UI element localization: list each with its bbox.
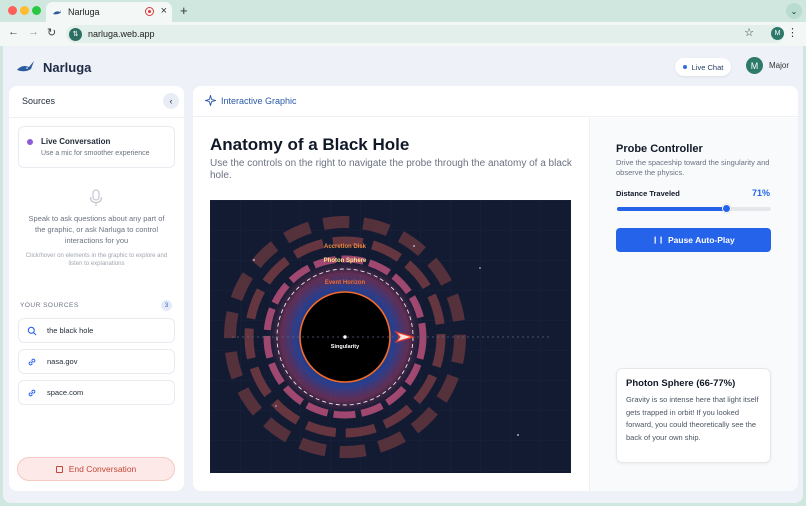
status-dot-icon: [27, 139, 33, 145]
region-info-card: Photon Sphere (66-77%) Gravity is so int…: [616, 368, 771, 463]
star: [253, 259, 255, 261]
search-icon: [22, 321, 42, 341]
pause-icon: ❙❙: [652, 237, 664, 244]
distance-label: Distance Traveled: [616, 189, 680, 198]
narwhal-logo-icon: [17, 61, 34, 72]
star: [275, 405, 277, 407]
end-conversation-label: End Conversation: [68, 464, 137, 474]
brand-name: Narluga: [43, 59, 92, 75]
divider: [9, 117, 184, 118]
bookmark-star-icon[interactable]: ☆: [744, 26, 754, 39]
url-text: narluga.web.app: [88, 29, 155, 39]
star: [413, 245, 415, 247]
source-item[interactable]: nasa.gov: [18, 349, 175, 374]
forward-icon[interactable]: →: [28, 26, 39, 38]
distance-value: 71%: [752, 188, 771, 198]
window-minimize-button[interactable]: [20, 6, 29, 15]
singularity-point[interactable]: [343, 335, 347, 339]
source-label: the black hole: [47, 326, 94, 335]
browser-toolbar: ← → ↻ ⇅ narluga.web.app ☆ M ⋮: [0, 22, 806, 46]
probe-controller-panel: Probe Controller Drive the spaceship tow…: [590, 118, 798, 491]
pause-label: Pause Auto-Play: [667, 235, 735, 245]
live-card-title: Live Conversation: [41, 137, 111, 146]
photon-sphere-label[interactable]: Photon Sphere: [324, 258, 367, 264]
speak-instructions: Speak to ask questions about any part of…: [28, 214, 165, 245]
new-tab-icon[interactable]: +: [180, 3, 188, 18]
pause-autoplay-button[interactable]: ❙❙ Pause Auto-Play: [616, 228, 771, 252]
narwhal-favicon-icon: [53, 10, 61, 15]
window-maximize-button[interactable]: [32, 6, 41, 15]
interactive-graphic-title: Interactive Graphic: [221, 96, 297, 106]
address-bar[interactable]: ⇅ narluga.web.app: [66, 25, 784, 43]
main-header: Interactive Graphic: [193, 86, 798, 117]
source-label: space.com: [47, 388, 84, 397]
link-icon: [22, 383, 42, 403]
source-item[interactable]: space.com: [18, 380, 175, 405]
star: [479, 267, 481, 269]
chevron-left-icon: ‹: [169, 96, 173, 106]
live-chat-label: Live Chat: [691, 62, 724, 72]
source-label: nasa.gov: [47, 357, 78, 366]
singularity-label[interactable]: Singularity: [331, 344, 360, 350]
accretion-disk-label[interactable]: Accretion Disk: [324, 244, 367, 250]
distance-slider[interactable]: [617, 204, 771, 213]
slider-fill: [617, 207, 727, 211]
page-title: Anatomy of a Black Hole: [210, 135, 410, 154]
tab-search-chevron-icon[interactable]: ⌄: [786, 3, 802, 19]
tab-title: Narluga: [68, 7, 100, 17]
app-window: Narluga Live Chat M Major Sources ‹ Live…: [3, 46, 803, 503]
black-hole-graphic[interactable]: Accretion Disk Photon Sphere Event Horiz…: [210, 200, 571, 473]
link-icon: [22, 352, 42, 372]
live-dot-icon: [682, 65, 687, 69]
info-body: Gravity is so intense here that light it…: [626, 395, 759, 442]
hover-hint: Click/hover on elements in the graphic t…: [25, 253, 168, 267]
tab-close-icon[interactable]: ×: [161, 5, 167, 17]
browser-tab[interactable]: Narluga ×: [46, 2, 172, 22]
sparkle-icon: [205, 95, 216, 106]
browser-menu-icon[interactable]: ⋮: [787, 26, 798, 39]
browser-tab-strip: Narluga × + ⌄: [0, 0, 806, 22]
info-title: Photon Sphere (66-77%): [626, 378, 736, 389]
page-description: Use the controls on the right to navigat…: [210, 158, 572, 181]
controller-title: Probe Controller: [616, 143, 703, 155]
sources-count-badge: 3: [161, 300, 172, 311]
user-name: Major: [769, 61, 790, 70]
sources-label: YOUR SOURCES: [20, 302, 79, 309]
sidebar-title: Sources: [22, 96, 56, 106]
star: [517, 434, 519, 436]
live-conversation-card[interactable]: Live Conversation Use a mic for smoother…: [18, 126, 175, 168]
source-item[interactable]: the black hole: [18, 318, 175, 343]
graphic-content: Anatomy of a Black Hole Use the controls…: [193, 118, 589, 491]
reload-icon[interactable]: ↻: [47, 26, 56, 39]
window-close-button[interactable]: [8, 6, 17, 15]
avatar: M: [746, 57, 763, 74]
live-chat-button[interactable]: Live Chat: [675, 58, 731, 76]
sources-sidebar: Sources ‹ Live Conversation Use a mic fo…: [9, 86, 184, 491]
user-menu[interactable]: M Major: [746, 57, 789, 74]
live-card-subtitle: Use a mic for smoother experience: [41, 150, 150, 157]
main-panel: Interactive Graphic Anatomy of a Black H…: [193, 86, 798, 491]
controller-description: Drive the spaceship toward the singulari…: [616, 158, 770, 177]
microphone-icon: [89, 189, 103, 206]
event-horizon-label[interactable]: Event Horizon: [325, 280, 366, 286]
slider-thumb[interactable]: [721, 204, 731, 213]
profile-avatar[interactable]: M: [771, 27, 784, 40]
brand[interactable]: Narluga: [15, 59, 91, 75]
stop-icon: [55, 465, 63, 473]
black-hole-svg[interactable]: Accretion Disk Photon Sphere Event Horiz…: [210, 200, 571, 473]
back-icon[interactable]: ←: [8, 26, 19, 38]
end-conversation-button[interactable]: End Conversation: [17, 457, 175, 481]
recording-icon: [145, 7, 154, 16]
collapse-sidebar-button[interactable]: ‹: [163, 93, 179, 109]
site-info-icon[interactable]: ⇅: [69, 27, 82, 41]
